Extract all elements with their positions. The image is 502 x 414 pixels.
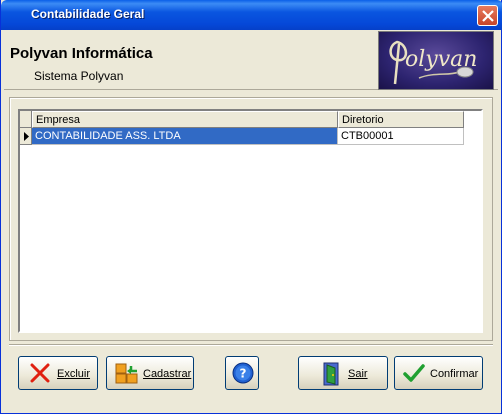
help-button[interactable]: ? [225, 356, 259, 390]
sair-label: Sair [348, 368, 368, 380]
checkmark-icon [403, 364, 425, 382]
cadastrar-button[interactable]: Cadastrar [106, 356, 194, 390]
confirmar-button[interactable]: Confirmar [394, 356, 483, 390]
current-row-arrow-icon [24, 132, 29, 141]
cell-diretorio[interactable]: CTB00001 [338, 128, 464, 145]
company-name: Polyvan Informática [10, 45, 153, 62]
header-indicator [20, 111, 32, 128]
polyvan-logo: olyvan [378, 31, 494, 90]
title-bar[interactable]: Contabilidade Geral [1, 0, 502, 30]
excluir-label: Excluir [57, 368, 91, 380]
system-name: Sistema Polyvan [34, 69, 124, 83]
exit-door-icon [323, 362, 339, 386]
cadastrar-label: Cadastrar [143, 368, 192, 380]
delete-x-icon [30, 363, 50, 383]
column-header-empresa[interactable]: Empresa [32, 111, 338, 128]
help-icon: ? [232, 362, 254, 384]
grid-header: Empresa Diretorio [20, 111, 464, 128]
companies-grid[interactable]: Empresa Diretorio CONTABILIDADE ASS. LTD… [18, 109, 483, 333]
column-header-diretorio[interactable]: Diretorio [338, 111, 464, 128]
table-row[interactable]: CONTABILIDADE ASS. LTDA CTB00001 [20, 128, 464, 145]
svg-text:?: ? [240, 367, 247, 381]
cell-empresa[interactable]: CONTABILIDADE ASS. LTDA [32, 128, 338, 145]
close-button[interactable] [477, 5, 498, 26]
close-icon [482, 10, 494, 22]
row-indicator [20, 128, 32, 145]
main-window: Contabilidade Geral Polyvan Informática … [0, 0, 502, 414]
register-icon [115, 363, 138, 384]
excluir-button[interactable]: Excluir [18, 356, 98, 390]
divider-highlight [9, 345, 493, 346]
sair-button[interactable]: Sair [298, 356, 388, 390]
confirmar-label: Confirmar [430, 368, 479, 380]
window-title: Contabilidade Geral [31, 7, 145, 21]
